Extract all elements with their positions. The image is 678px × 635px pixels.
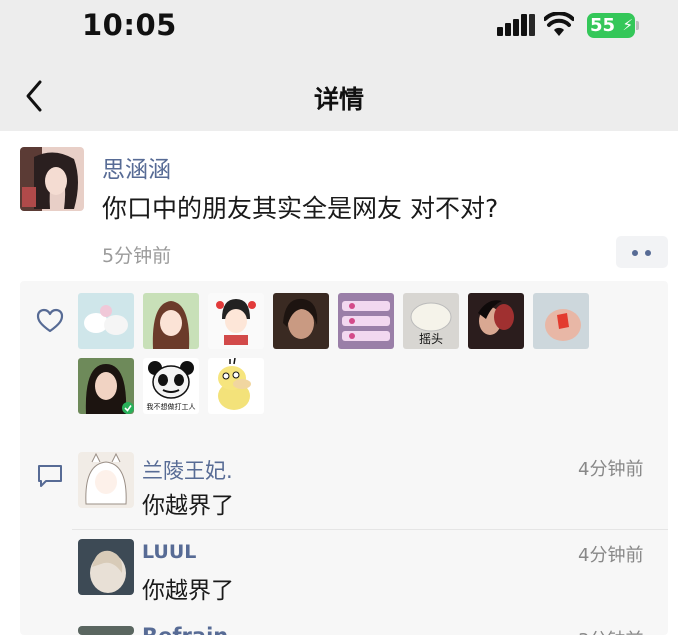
liker-avatar-panda[interactable]: 我不想做打工人 — [143, 358, 199, 414]
heart-icon — [36, 308, 64, 333]
liker-avatar[interactable] — [143, 293, 199, 349]
liker-avatar[interactable] — [78, 293, 134, 349]
more-dots-icon — [645, 250, 651, 256]
cellular-signal-icon — [497, 14, 535, 36]
post-author[interactable]: 思涵涵 — [102, 150, 171, 184]
commenter-avatar[interactable] — [78, 626, 134, 635]
comment-text: 你越界了 — [142, 493, 234, 519]
comment-text: 你越界了 — [142, 578, 234, 604]
wifi-icon — [544, 12, 574, 36]
comment-author[interactable]: LUUL — [142, 541, 196, 563]
charging-bolt-icon: ⚡ — [622, 16, 633, 34]
battery-indicator: 55 ⚡ — [587, 13, 635, 38]
more-dots-icon — [632, 250, 638, 256]
liker-avatar[interactable] — [208, 293, 264, 349]
battery-cap — [636, 21, 639, 30]
commenter-avatar[interactable] — [78, 539, 134, 595]
comment-divider — [72, 529, 668, 530]
comment-author[interactable]: Refrain — [142, 624, 228, 635]
comment-icon — [38, 465, 62, 487]
author-avatar[interactable] — [20, 147, 84, 211]
comment-time: 4分钟前 — [578, 459, 644, 480]
liker-avatar[interactable] — [273, 293, 329, 349]
commenter-avatar[interactable] — [78, 452, 134, 508]
status-time: 10:05 — [82, 8, 177, 42]
liker-avatar[interactable] — [78, 358, 134, 414]
more-options-button[interactable] — [616, 236, 668, 268]
battery-level: 55 — [590, 15, 616, 36]
page-title: 详情 — [313, 85, 364, 114]
liker-avatar-nod[interactable]: 摇头 — [403, 293, 459, 349]
post-time: 5分钟前 — [102, 245, 172, 267]
comment-time: 3分钟前 — [578, 626, 643, 635]
post-text: 你口中的朋友其实全是网友 对不对? — [102, 194, 499, 223]
sticker-caption: 摇头 — [418, 332, 443, 346]
liker-avatar[interactable] — [468, 293, 524, 349]
liker-avatar-psyduck[interactable] — [208, 358, 264, 414]
sticker-caption: 我不想做打工人 — [146, 403, 196, 411]
comment-author[interactable]: 兰陵王妃. — [142, 455, 233, 485]
liker-avatar[interactable] — [533, 293, 589, 349]
comment-time: 4分钟前 — [578, 545, 644, 566]
liker-avatar[interactable] — [338, 293, 394, 349]
